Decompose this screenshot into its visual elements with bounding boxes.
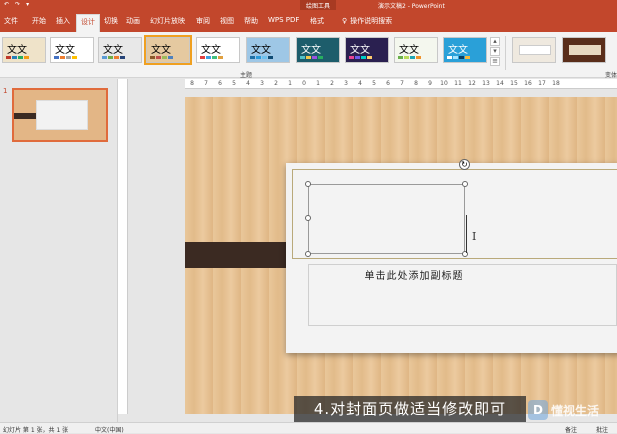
slide-thumbnail[interactable] xyxy=(12,88,108,142)
resize-handle[interactable] xyxy=(305,251,311,257)
variants-group-label: 变体 xyxy=(605,72,617,79)
watermark-logo-icon: D xyxy=(528,400,548,420)
subtitle-text[interactable]: 单击此处添加副标题 xyxy=(308,267,520,282)
tab-wps-pdf[interactable]: WPS PDF xyxy=(268,16,299,24)
dark-brace-shape[interactable] xyxy=(185,239,297,271)
text-cursor xyxy=(466,215,467,253)
tab-format[interactable]: 格式 xyxy=(310,16,324,26)
ruler-tick-label: 5 xyxy=(232,80,236,87)
rotate-handle-icon[interactable]: ↻ xyxy=(459,159,470,170)
ibeam-cursor-icon: I xyxy=(472,230,477,243)
theme-gallery-scroll[interactable]: ▴ ▾ ≡ xyxy=(490,37,500,67)
ruler-tick-label: 13 xyxy=(482,80,490,87)
tab-review[interactable]: 审阅 xyxy=(196,16,210,26)
ribbon-divider xyxy=(505,36,506,70)
slides-panel: 1 xyxy=(0,79,118,422)
theme-thumbnail[interactable]: 文文 xyxy=(443,37,487,63)
title-bar: ↶ ↷ ▾ 绘图工具 演示文稿2 - PowerPoint xyxy=(0,0,617,10)
variant-thumbnail[interactable] xyxy=(512,37,556,63)
ruler-tick-label: 1 xyxy=(288,80,292,87)
ruler-tick-label: 18 xyxy=(552,80,560,87)
quick-access-toolbar: ↶ ↷ ▾ xyxy=(4,1,29,8)
ruler-tick-label: 5 xyxy=(372,80,376,87)
slide-number: 1 xyxy=(3,87,8,95)
themes-group-label: 主题 xyxy=(240,72,253,79)
ruler-tick-label: 8 xyxy=(190,80,194,87)
title-placeholder[interactable] xyxy=(308,184,465,254)
slide-canvas[interactable]: 单击此处添加副标题 ↻ I xyxy=(185,97,617,414)
tab-design[interactable]: 设计 xyxy=(76,14,100,32)
tab-insert[interactable]: 插入 xyxy=(56,16,70,26)
theme-thumbnail[interactable]: 文文 xyxy=(345,37,389,63)
design-ribbon: 文文 文文 文文 文文 文文 文文 文文 文文 文文 文文 ▴ ▾ ≡ 主题 变… xyxy=(0,32,617,79)
ruler-tick-label: 8 xyxy=(414,80,418,87)
tab-help[interactable]: 帮助 xyxy=(244,16,258,26)
customize-icon[interactable]: ▾ xyxy=(26,1,29,8)
ribbon-tabs: 文件 开始 插入 设计 切换 动画 幻灯片放映 审阅 视图 帮助 WPS PDF… xyxy=(0,10,617,32)
theme-thumbnail[interactable]: 文文 xyxy=(246,37,290,63)
watermark-text: 懂视生活 xyxy=(551,403,600,418)
chevron-up-icon[interactable]: ▴ xyxy=(490,37,500,46)
ruler-tick-label: 7 xyxy=(400,80,404,87)
status-bar: 幻灯片 第 1 张，共 1 张 中文(中国) 备注 批注 xyxy=(0,422,617,434)
thumbnail-card xyxy=(36,100,88,130)
chevron-down-icon[interactable]: ▾ xyxy=(490,47,500,56)
ruler-tick-label: 4 xyxy=(358,80,362,87)
horizontal-ruler: 8 7 6 5 4 3 2 1 0 1 2 3 4 5 6 7 8 9 10 11 12 13 14 15 16 17 18 xyxy=(185,79,617,89)
ruler-tick-label: 2 xyxy=(330,80,334,87)
ruler-tick-label: 11 xyxy=(454,80,462,87)
ruler-tick-label: 14 xyxy=(496,80,504,87)
watermark: D 懂视生活 xyxy=(528,398,617,422)
theme-thumbnail[interactable]: 文文 xyxy=(196,37,240,63)
undo-icon[interactable]: ↶ xyxy=(4,1,9,8)
resize-handle[interactable] xyxy=(462,181,468,187)
ruler-tick-label: 7 xyxy=(204,80,208,87)
resize-handle[interactable] xyxy=(305,215,311,221)
theme-thumbnail[interactable]: 文文 xyxy=(296,37,340,63)
ruler-tick-label: 6 xyxy=(218,80,222,87)
tab-transitions[interactable]: 切换 xyxy=(104,16,118,26)
tutorial-caption: 4.对封面页做适当修改即可 xyxy=(294,396,526,423)
ruler-tick-label: 15 xyxy=(510,80,518,87)
theme-thumbnail[interactable]: 文文 xyxy=(98,37,142,63)
ruler-tick-label: 10 xyxy=(440,80,448,87)
resize-handle[interactable] xyxy=(305,181,311,187)
theme-thumbnail[interactable]: 文文 xyxy=(50,37,94,63)
variant-thumbnail[interactable] xyxy=(562,37,606,63)
ruler-tick-label: 6 xyxy=(386,80,390,87)
theme-thumbnail-selected[interactable]: 文文 xyxy=(144,35,192,65)
ruler-tick-label: 2 xyxy=(274,80,278,87)
ruler-tick-label: 9 xyxy=(428,80,432,87)
ruler-tick-label: 17 xyxy=(538,80,546,87)
ruler-tick-label: 1 xyxy=(316,80,320,87)
tab-home[interactable]: 开始 xyxy=(32,16,46,26)
theme-thumbnail[interactable]: 文文 xyxy=(394,37,438,63)
ruler-tick-label: 16 xyxy=(524,80,532,87)
ruler-tick-label: 3 xyxy=(344,80,348,87)
ruler-tick-label: 4 xyxy=(246,80,250,87)
tab-view[interactable]: 视图 xyxy=(220,16,234,26)
redo-icon[interactable]: ↷ xyxy=(15,1,20,8)
tab-file[interactable]: 文件 xyxy=(4,16,18,26)
tab-slideshow[interactable]: 幻灯片放映 xyxy=(150,16,185,26)
ruler-tick-label: 12 xyxy=(468,80,476,87)
resize-handle[interactable] xyxy=(462,251,468,257)
document-title: 演示文稿2 - PowerPoint xyxy=(378,3,445,10)
theme-thumbnail[interactable]: 文文 xyxy=(2,37,46,63)
more-icon[interactable]: ≡ xyxy=(490,57,500,66)
tell-me-search[interactable]: ♀ 操作说明搜索 xyxy=(342,16,392,26)
context-tab-label: 绘图工具 xyxy=(300,0,337,10)
lightbulb-icon: ♀ xyxy=(342,17,348,25)
ruler-tick-label: 3 xyxy=(260,80,264,87)
tab-animations[interactable]: 动画 xyxy=(126,16,140,26)
vertical-ruler xyxy=(118,79,128,414)
ruler-tick-label: 0 xyxy=(302,80,306,87)
